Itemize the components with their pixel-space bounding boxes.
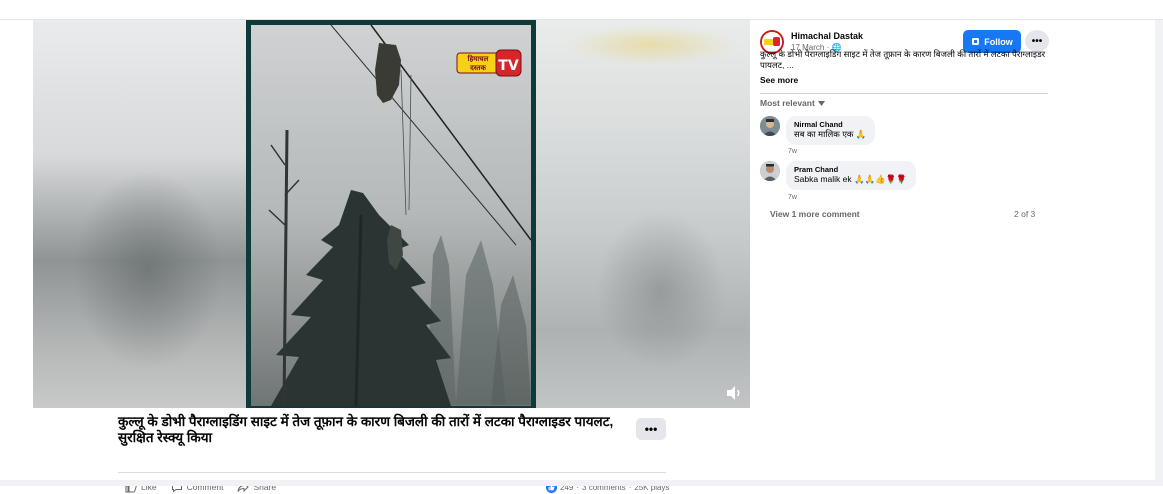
comment-bubble: Pram Chand Sabka malik ek 🙏🙏👍🌹🌹 (786, 161, 916, 190)
caret-down-icon (817, 100, 825, 106)
commenter-name[interactable]: Nirmal Chand (794, 120, 866, 129)
video-blur-right (536, 20, 750, 408)
post-text: कुल्लू के डोभी पैराग्लाइडिंग साइट में ते… (760, 49, 1046, 70)
commenter-avatar[interactable] (760, 116, 780, 136)
logo-tv: TV (498, 58, 519, 74)
logo-line1: हिमाचल (467, 54, 489, 63)
top-bar (0, 0, 1163, 20)
comment-time[interactable]: 7w (788, 148, 797, 155)
post-more-button[interactable]: ••• (636, 418, 666, 440)
view-more-comments-link[interactable]: View 1 more comment (770, 209, 860, 219)
post-sidebar: Himachal Dastak 17 March · 🌐 Follow ••• … (757, 20, 1163, 408)
post-caption-area: कुल्लू के डोभी पैराग्लाइडिंग साइट में ते… (33, 408, 750, 493)
video-scene: हिमाचल दस्तक TV (251, 25, 531, 406)
bottom-edge (0, 480, 1163, 486)
video-blur-left (33, 20, 246, 408)
divider (760, 93, 1048, 94)
comment-sort-dropdown[interactable]: Most relevant (760, 98, 825, 108)
video-frame: हिमाचल दस्तक TV (246, 20, 536, 408)
commenter-avatar[interactable] (760, 161, 780, 181)
follow-label: Follow (984, 36, 1013, 47)
see-more-link[interactable]: See more (760, 75, 798, 85)
video-thumbnail-image (251, 25, 531, 406)
comment-time[interactable]: 7w (788, 194, 797, 201)
comment-bubble: Nirmal Chand सब का मालिक एक 🙏 (786, 116, 876, 145)
follow-page-icon (972, 38, 980, 45)
comment-text: Sabka malik ek 🙏🙏👍🌹🌹 (794, 174, 907, 184)
comment-pager: 2 of 3 (1014, 209, 1036, 219)
page-name[interactable]: Himachal Dastak (791, 31, 863, 41)
post-title: कुल्लू के डोभी पैराग्लाइडिंग साइट में ते… (118, 414, 614, 445)
comment-item: Nirmal Chand सब का मालिक एक 🙏 (760, 116, 876, 145)
himachal-dastak-tv-logo: हिमाचल दस्तक TV (456, 47, 522, 79)
commenter-name[interactable]: Pram Chand (794, 165, 907, 174)
divider (118, 472, 666, 473)
scrollbar-track[interactable] (1155, 20, 1163, 486)
post-viewer: हिमाचल दस्तक TV कुल्लू के डोभी पैराग्लाइ… (0, 20, 1163, 493)
sort-label: Most relevant (760, 98, 815, 108)
video-player[interactable]: हिमाचल दस्तक TV (33, 20, 750, 408)
comment-text: सब का मालिक एक 🙏 (794, 129, 867, 139)
volume-icon[interactable] (725, 385, 743, 401)
logo-line2: दस्तक (469, 64, 486, 72)
comment-item: Pram Chand Sabka malik ek 🙏🙏👍🌹🌹 (760, 161, 916, 190)
